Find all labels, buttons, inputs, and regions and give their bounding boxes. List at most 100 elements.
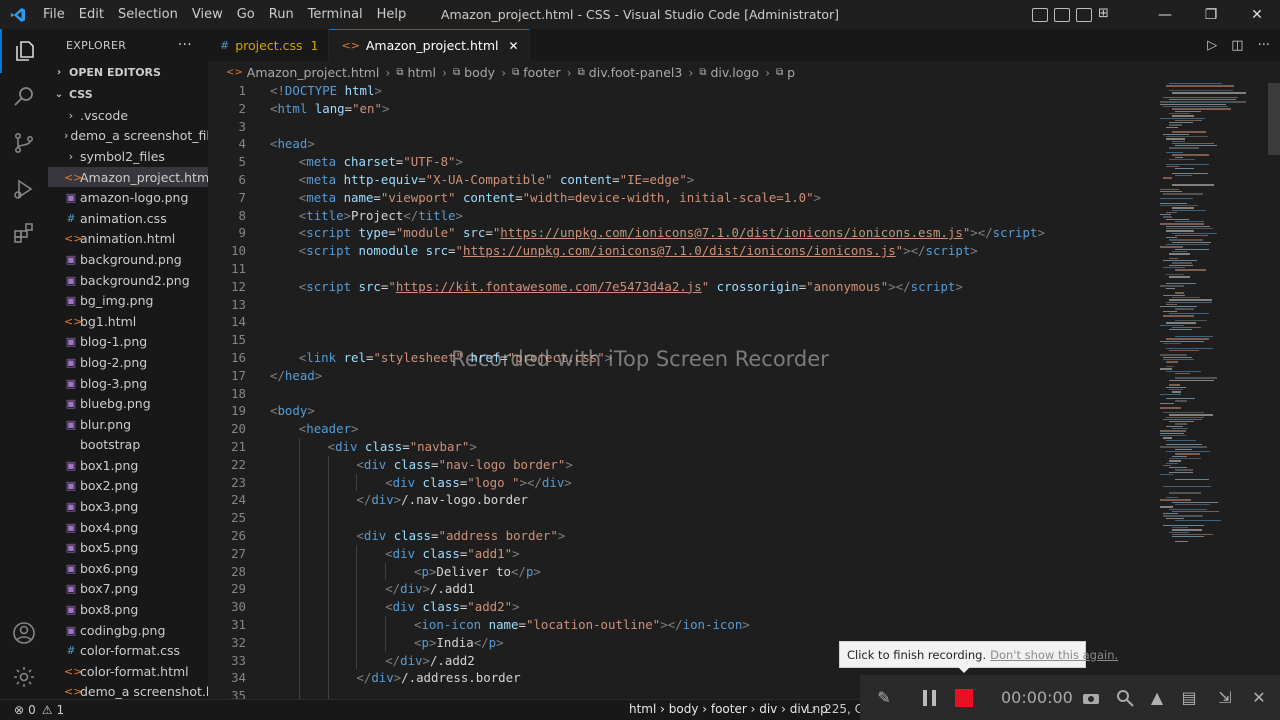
code-line[interactable]: 24 </div>/.nav-logo.border <box>208 491 1158 510</box>
audio-icon[interactable]: ▲ <box>1144 675 1170 720</box>
breadcrumb-item[interactable]: Amazon_project.html <box>247 65 380 80</box>
explorer-icon[interactable] <box>0 29 48 73</box>
minimize-button[interactable]: — <box>1142 0 1188 29</box>
breadcrumb-item[interactable]: html <box>408 65 436 80</box>
code-line[interactable]: 12 <script src="https://kit.fontawesome.c… <box>208 278 1158 296</box>
file-item[interactable]: <> bg1.html <box>48 311 208 332</box>
run-debug-icon[interactable] <box>0 167 48 211</box>
code-line[interactable]: 22 <div class="nav-logo border"> <box>208 455 1158 474</box>
menu-selection[interactable]: Selection <box>111 0 185 29</box>
minimap[interactable] <box>1160 83 1268 553</box>
restore-button[interactable]: ❐ <box>1188 0 1234 29</box>
split-editor-icon[interactable]: ◫ <box>1231 38 1243 53</box>
file-item[interactable]: ▣ box3.png <box>48 496 208 517</box>
toggle-panel-icon[interactable] <box>1054 7 1070 22</box>
dont-show-again-link[interactable]: Don't show this again. <box>990 648 1118 662</box>
code-line[interactable]: 8 <title>Project</title> <box>208 207 1158 225</box>
camera-icon[interactable] <box>1078 675 1104 720</box>
code-line[interactable]: 14 <box>208 313 1158 331</box>
search-icon[interactable] <box>0 75 48 119</box>
breadcrumb-item[interactable]: div.foot-panel3 <box>589 65 683 80</box>
file-item[interactable]: # animation.css <box>48 208 208 229</box>
breadcrumb-item[interactable]: footer <box>523 65 560 80</box>
menu-run[interactable]: Run <box>262 0 301 29</box>
file-item[interactable]: ▣ box8.png <box>48 599 208 620</box>
code-line[interactable]: 13 <box>208 296 1158 314</box>
menu-view[interactable]: View <box>185 0 230 29</box>
code-line[interactable]: 19 <body> <box>208 402 1158 420</box>
code-line[interactable]: 31 <ion-icon name="location-outline"></io… <box>208 616 1158 634</box>
manage-gear-icon[interactable] <box>0 655 48 699</box>
code-line[interactable]: 20 <header> <box>208 420 1158 438</box>
open-editors-section[interactable]: › OPEN EDITORS <box>48 61 208 83</box>
source-control-icon[interactable] <box>0 121 48 165</box>
file-item[interactable]: ▣ box4.png <box>48 517 208 538</box>
code-line[interactable]: 26 <div class="address border"> <box>208 527 1158 545</box>
code-line[interactable]: 2 <html lang="en"> <box>208 100 1158 118</box>
file-item[interactable]: ▣ box7.png <box>48 579 208 600</box>
menu-file[interactable]: File <box>36 0 72 29</box>
edit-export-icon[interactable]: ⇲ <box>1212 675 1238 720</box>
toggle-primary-sidebar-icon[interactable] <box>1032 7 1048 22</box>
toggle-secondary-sidebar-icon[interactable] <box>1076 7 1092 22</box>
code-line[interactable]: 27 <div class="add1"> <box>208 544 1158 563</box>
file-item[interactable]: ▣ background2.png <box>48 270 208 291</box>
pause-button[interactable] <box>914 675 946 720</box>
file-item[interactable]: ▣ bg_img.png <box>48 290 208 311</box>
folder-item[interactable]: › demo_a screenshot_fil... <box>48 126 208 147</box>
file-item[interactable]: <>demo_a screenshot.ht... <box>48 682 208 699</box>
file-item[interactable]: ▣ box5.png <box>48 537 208 558</box>
code-line[interactable]: 29 </div>/.add1 <box>208 580 1158 599</box>
code-line[interactable]: 18 <box>208 385 1158 403</box>
code-line[interactable]: 21 <div class="navbar"> <box>208 438 1158 456</box>
close-recorder-icon[interactable]: ✕ <box>1246 675 1272 720</box>
code-editor[interactable]: 1 <!DOCTYPE html> 2 <html lang="en"> 3 4 <head… <box>208 83 1280 699</box>
breadcrumb-item[interactable]: div.logo <box>710 65 759 80</box>
close-tab-icon[interactable]: ✕ <box>508 39 518 53</box>
editor-scrollbar[interactable] <box>1268 83 1280 699</box>
pen-icon[interactable]: ✎ <box>868 675 900 720</box>
file-item[interactable]: ▣ bluebg.png <box>48 393 208 414</box>
menu-go[interactable]: Go <box>230 0 262 29</box>
file-item[interactable]: ▣ blog-3.png <box>48 373 208 394</box>
code-line[interactable]: 6 <meta http-equiv="X-UA-Compatible" cont… <box>208 171 1158 189</box>
file-item[interactable]: ▣ box1.png <box>48 455 208 476</box>
status-breadcrumb[interactable]: html › body › footer › div › div › p <box>629 702 828 716</box>
menu-help[interactable]: Help <box>370 0 414 29</box>
run-code-icon[interactable]: ▷ <box>1207 38 1217 53</box>
code-line[interactable]: 3 <box>208 118 1158 136</box>
scrollbar-thumb[interactable] <box>1268 83 1280 155</box>
code-line[interactable]: 7 <meta name="viewport" content="width=de… <box>208 189 1158 207</box>
code-line[interactable]: 11 <box>208 260 1158 278</box>
file-item[interactable]: ▣ background.png <box>48 249 208 270</box>
problems-indicator[interactable]: ⊗ 0 ⚠ 1 <box>0 703 64 717</box>
code-line[interactable]: 23 <div class="logo "></div> <box>208 473 1158 492</box>
chat-icon[interactable]: ▤ <box>1176 675 1202 720</box>
menu-terminal[interactable]: Terminal <box>301 0 370 29</box>
folder-item[interactable]: › .vscode <box>48 105 208 126</box>
code-line[interactable]: 9 <script type="module" src="https://unpk… <box>208 224 1158 242</box>
file-item[interactable]: ▣ blur.png <box>48 414 208 435</box>
tab-project-css[interactable]: # project.css 1 <box>208 29 330 61</box>
code-line[interactable]: 25 <box>208 509 1158 527</box>
file-item[interactable]: ▣ codingbg.png <box>48 620 208 641</box>
code-line[interactable]: 30 <div class="add2"> <box>208 598 1158 616</box>
customize-layout-icon[interactable]: ⊞ <box>1098 7 1114 22</box>
close-window-button[interactable]: ✕ <box>1234 0 1280 29</box>
file-item[interactable]: <> animation.html <box>48 229 208 250</box>
zoom-icon[interactable] <box>1112 675 1138 720</box>
file-item[interactable]: bootstrap <box>48 435 208 456</box>
file-item[interactable]: ▣ box2.png <box>48 476 208 497</box>
code-line[interactable]: 10 <script nomodule src="https://unpkg.co… <box>208 242 1158 260</box>
stop-recording-button[interactable] <box>948 675 980 720</box>
file-item[interactable]: ▣ amazon-logo.png <box>48 187 208 208</box>
breadcrumb-item[interactable]: p <box>787 65 795 80</box>
tab-amazon-project-html[interactable]: <> Amazon_project.html ✕ <box>329 29 530 61</box>
code-line[interactable]: 28 <p>Deliver to</p> <box>208 562 1158 581</box>
folder-css-section[interactable]: ⌄ CSS <box>48 83 208 105</box>
code-line[interactable]: 1 <!DOCTYPE html> <box>208 83 1158 100</box>
code-line[interactable]: 5 <meta charset="UTF-8"> <box>208 153 1158 171</box>
extensions-icon[interactable] <box>0 211 48 255</box>
accounts-icon[interactable] <box>0 611 48 655</box>
breadcrumb-item[interactable]: body <box>464 65 495 80</box>
